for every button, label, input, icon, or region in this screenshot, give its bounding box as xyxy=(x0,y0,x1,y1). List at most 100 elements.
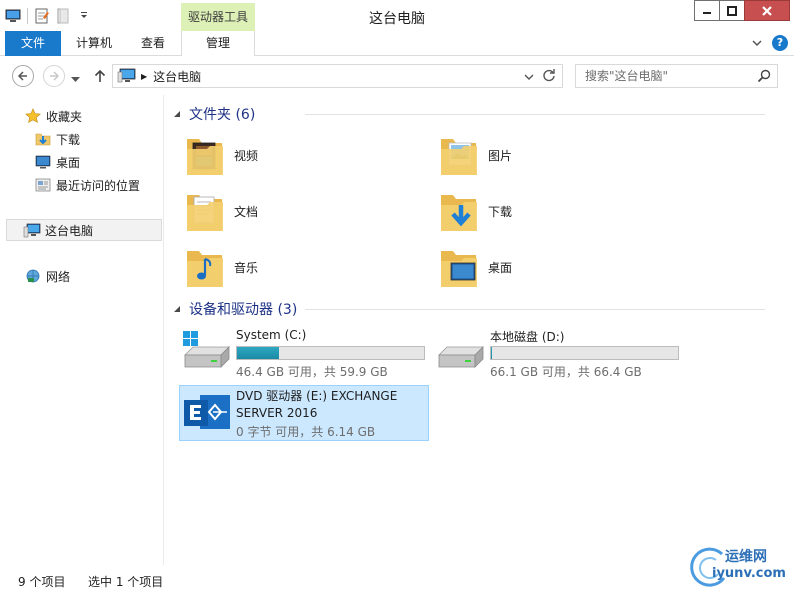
sidebar-item-label: 这台电脑 xyxy=(45,223,94,238)
sidebar-item-favorites[interactable]: 收藏夹 xyxy=(24,105,82,127)
watermark-logo: 运维网 iyunv.com xyxy=(688,544,788,592)
folder-tile-downloads[interactable]: 下载 xyxy=(437,185,512,237)
item-count: 9 个项目 xyxy=(18,575,66,589)
collapse-triangle-icon[interactable] xyxy=(173,301,181,317)
search-box[interactable] xyxy=(575,64,778,88)
search-input[interactable] xyxy=(576,65,756,87)
minimize-button[interactable] xyxy=(694,0,720,21)
maximize-button[interactable] xyxy=(719,0,745,21)
videos-folder-icon xyxy=(187,139,223,175)
group-divider xyxy=(305,309,765,310)
folder-label: 桌面 xyxy=(488,260,513,275)
recent-places-icon xyxy=(34,176,52,194)
navigation-bar: ▶ 这台电脑 xyxy=(0,57,794,95)
forward-button[interactable] xyxy=(43,65,65,87)
sidebar-item-label: 网络 xyxy=(46,269,71,284)
drive-name: System (C:) xyxy=(236,328,307,342)
sidebar-item-desktop[interactable]: 桌面 xyxy=(34,151,80,173)
address-history-dropdown-icon[interactable] xyxy=(524,70,534,84)
back-arrow-icon xyxy=(17,71,27,81)
up-arrow-icon[interactable] xyxy=(92,67,108,85)
sidebar-item-label: 收藏夹 xyxy=(46,109,83,124)
tab-manage[interactable]: 管理 xyxy=(181,31,255,56)
folder-label: 视频 xyxy=(234,148,259,163)
drive-name: 本地磁盘 (D:) xyxy=(490,330,565,344)
breadcrumb-this-pc[interactable]: 这台电脑 xyxy=(153,68,201,85)
sidebar-item-downloads[interactable]: 下载 xyxy=(34,128,80,150)
drive-usage-fill xyxy=(491,347,492,359)
help-icon[interactable]: ? xyxy=(772,35,788,51)
folder-tile-pictures[interactable]: 图片 xyxy=(437,129,512,181)
close-icon xyxy=(762,5,772,16)
window-title: 这台电脑 xyxy=(369,11,425,27)
maximize-icon xyxy=(727,5,737,16)
sidebar-item-network[interactable]: 网络 xyxy=(24,265,70,287)
tab-file[interactable]: 文件 xyxy=(5,31,61,56)
drive-usage-bar xyxy=(236,346,425,360)
drive-free-space: 46.4 GB 可用，共 59.9 GB xyxy=(236,365,388,379)
content-pane: 文件夹 (6) 视频 图片 文档 下载 音乐 桌面 设备和驱动器 (3) Sys… xyxy=(165,95,794,565)
group-title: 设备和驱动器 (3) xyxy=(189,302,298,318)
minimize-icon xyxy=(703,11,711,14)
documents-folder-icon xyxy=(187,195,223,231)
status-bar: 9 个项目 选中 1 个项目 xyxy=(0,565,794,596)
desktop-folder-icon xyxy=(441,251,477,287)
window-controls xyxy=(694,0,790,22)
breadcrumb-chevron-icon[interactable]: ▶ xyxy=(141,72,147,81)
this-pc-icon xyxy=(117,68,136,83)
windows-drive-icon xyxy=(183,331,230,368)
search-icon[interactable] xyxy=(757,69,771,86)
tab-view[interactable]: 查看 xyxy=(126,31,180,56)
forward-arrow-icon xyxy=(50,71,60,81)
folder-tile-documents[interactable]: 文档 xyxy=(183,185,258,237)
folder-tile-music[interactable]: 音乐 xyxy=(183,241,258,293)
sidebar-item-label: 最近访问的位置 xyxy=(56,178,141,193)
downloads-folder-icon xyxy=(441,195,477,231)
expand-ribbon-icon[interactable] xyxy=(752,36,762,50)
back-button[interactable] xyxy=(12,65,34,87)
tab-computer[interactable]: 计算机 xyxy=(62,31,126,56)
drive-usage-fill xyxy=(237,347,280,359)
address-bar[interactable]: ▶ 这台电脑 xyxy=(112,64,563,88)
collapse-triangle-icon[interactable] xyxy=(173,106,181,122)
refresh-icon[interactable] xyxy=(542,68,556,85)
recent-locations-dropdown-icon[interactable] xyxy=(71,72,80,86)
drive-tile-e-selected[interactable]: DVD 驱动器 (E:) EXCHANGE SERVER 2016 0 字节 可… xyxy=(179,385,429,441)
folder-label: 图片 xyxy=(488,148,513,163)
star-icon xyxy=(24,107,42,125)
navigation-pane: 收藏夹 下载 桌面 最近访问的位置 这台电脑 网络 xyxy=(0,95,164,565)
watermark-text-en: iyunv.com xyxy=(712,566,786,581)
sidebar-item-label: 下载 xyxy=(56,132,81,147)
desktop-icon xyxy=(34,153,52,171)
drive-usage-bar xyxy=(490,346,679,360)
folder-tile-videos[interactable]: 视频 xyxy=(183,129,258,181)
exchange-dvd-icon xyxy=(184,395,230,429)
music-folder-icon xyxy=(187,251,223,287)
drive-free-space: 0 字节 可用，共 6.14 GB xyxy=(236,425,376,439)
sidebar-item-recent-places[interactable]: 最近访问的位置 xyxy=(34,174,140,196)
drives-group-header[interactable]: 设备和驱动器 (3) xyxy=(173,299,783,319)
local-disk-icon xyxy=(438,346,484,368)
folder-label: 音乐 xyxy=(234,260,259,275)
this-pc-icon xyxy=(23,221,41,239)
close-button[interactable] xyxy=(744,0,790,21)
selection-count: 选中 1 个项目 xyxy=(88,575,164,589)
folder-label: 下载 xyxy=(488,204,513,219)
group-divider xyxy=(305,114,765,115)
pictures-folder-icon xyxy=(441,139,477,175)
drive-name: DVD 驱动器 (E:) EXCHANGE SERVER 2016 xyxy=(236,389,398,420)
group-title: 文件夹 (6) xyxy=(189,107,256,123)
ribbon-tabs: 文件 计算机 查看 管理 ? xyxy=(0,31,794,56)
folders-group-header[interactable]: 文件夹 (6) xyxy=(173,104,783,124)
folder-label: 文档 xyxy=(234,204,259,219)
title-bar: 驱动器工具 这台电脑 xyxy=(0,0,794,31)
drive-tile-c[interactable]: System (C:) 46.4 GB 可用，共 59.9 GB xyxy=(181,327,431,381)
drive-tile-d[interactable]: 本地磁盘 (D:) 66.1 GB 可用，共 66.4 GB xyxy=(435,327,685,381)
watermark-text-cn: 运维网 xyxy=(725,549,767,565)
sidebar-item-label: 桌面 xyxy=(56,155,81,170)
sidebar-item-this-pc[interactable]: 这台电脑 xyxy=(6,219,162,241)
folder-tile-desktop[interactable]: 桌面 xyxy=(437,241,512,293)
downloads-folder-icon xyxy=(34,130,52,148)
network-icon xyxy=(24,267,42,285)
drive-free-space: 66.1 GB 可用，共 66.4 GB xyxy=(490,365,642,379)
